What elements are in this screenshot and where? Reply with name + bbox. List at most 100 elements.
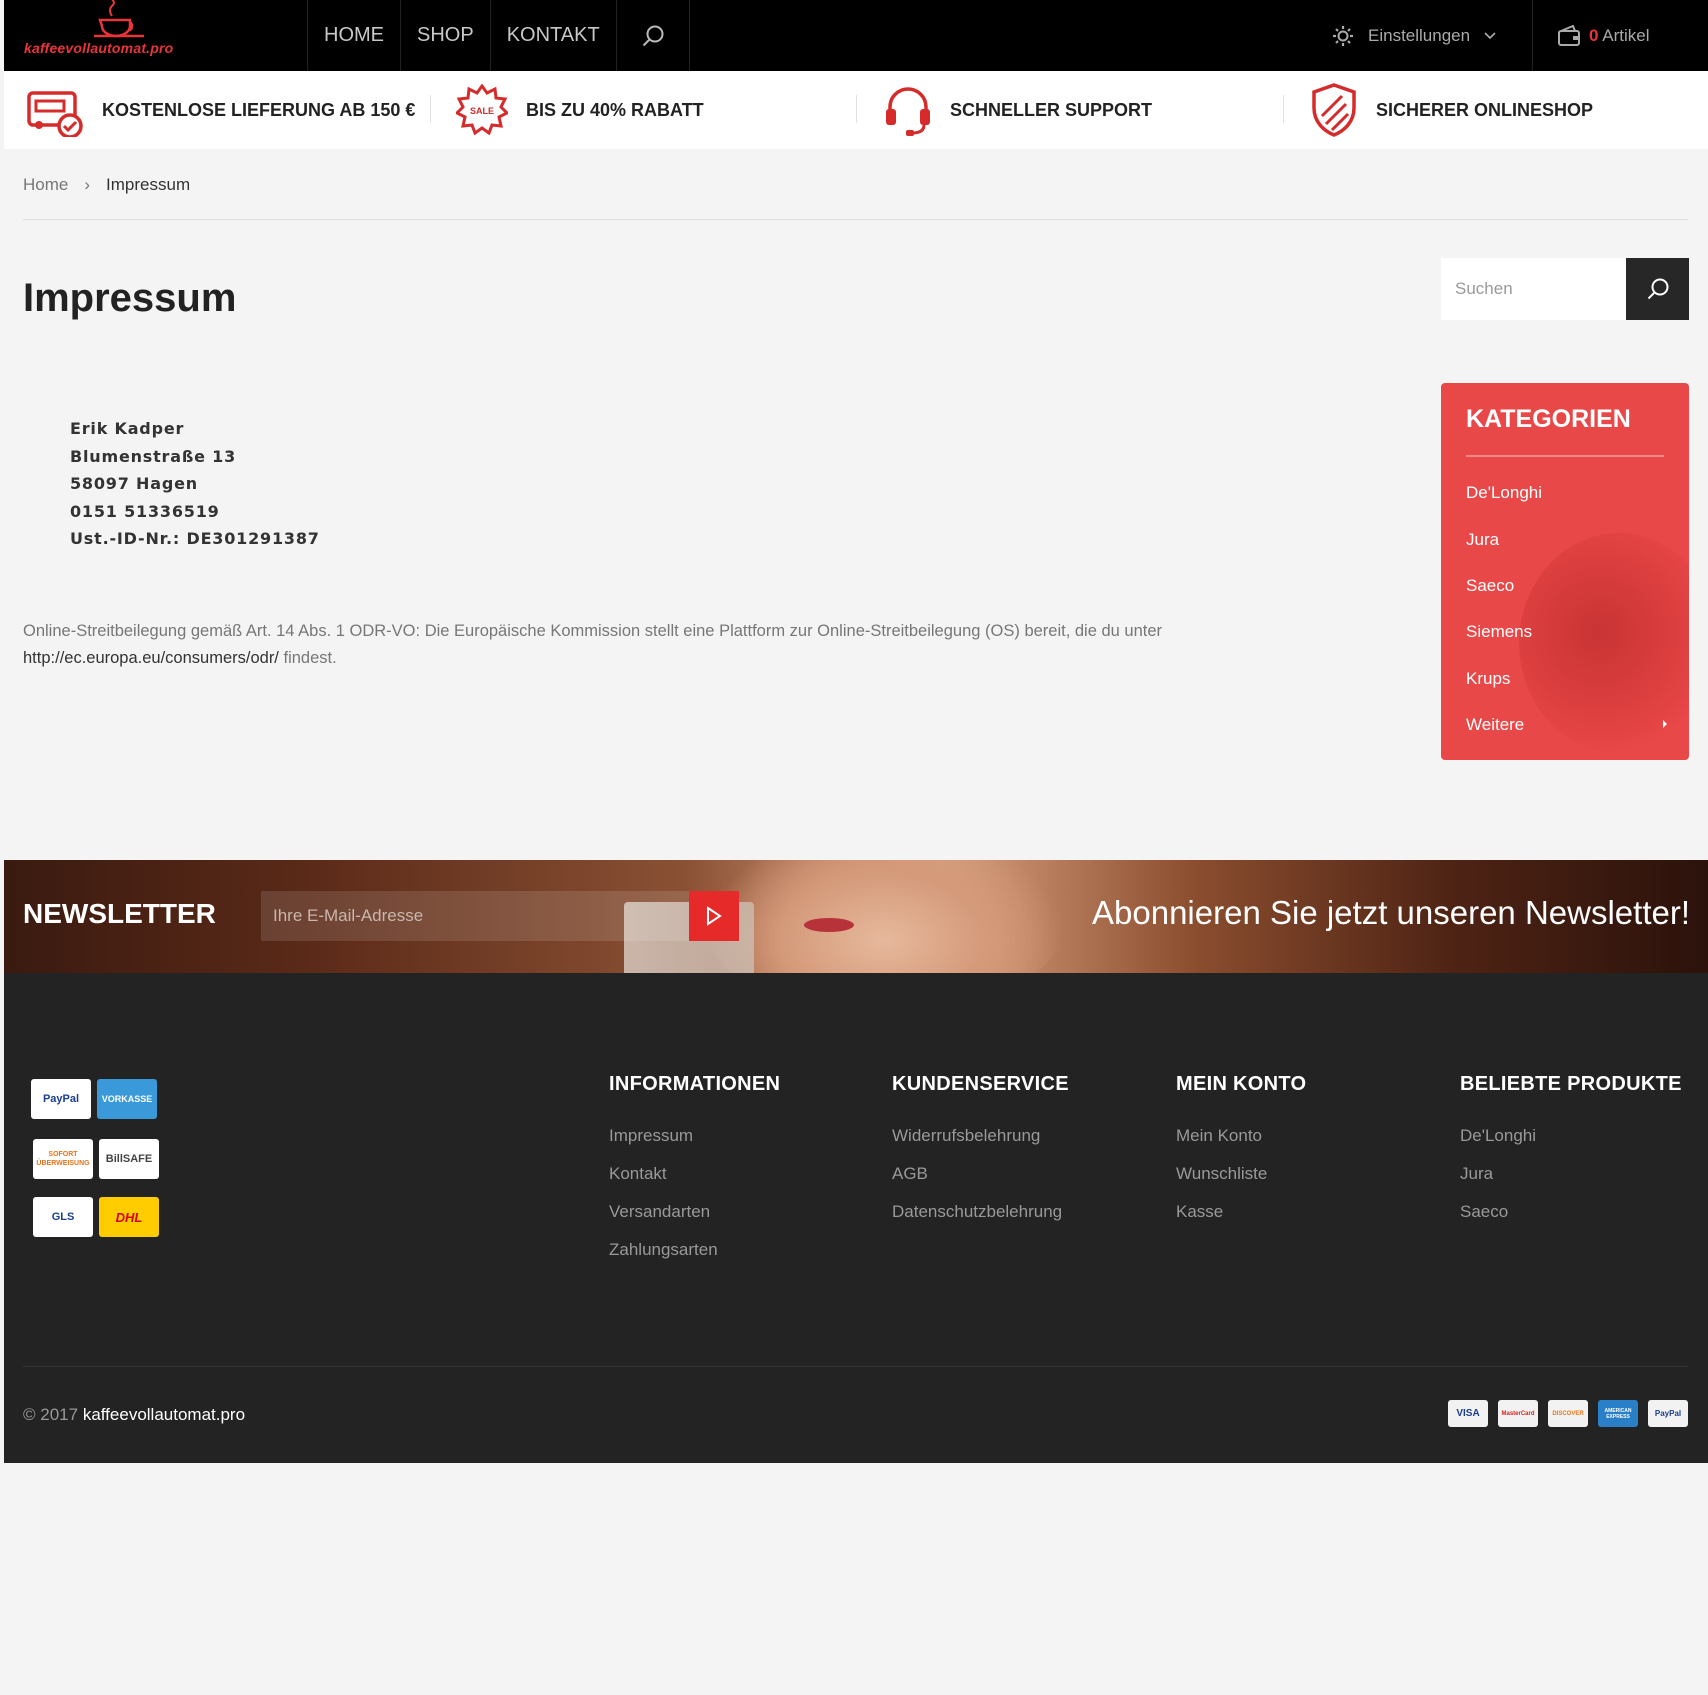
footer-link[interactable]: Jura xyxy=(1460,1164,1493,1183)
breadcrumb-separator-icon: › xyxy=(84,175,91,194)
category-item-more[interactable]: Weitere xyxy=(1466,715,1524,735)
sale-badge-icon: SALE xyxy=(456,84,508,136)
footer-link[interactable]: Wunschliste xyxy=(1176,1164,1267,1183)
footer-column-popular-products: BELIEBTE PRODUKTE De'Longhi Jura Saeco xyxy=(1460,1073,1682,1240)
copyright-brand-link[interactable]: kaffeevollautomat.pro xyxy=(83,1405,245,1424)
dhl-logo: DHL xyxy=(99,1197,159,1237)
breadcrumb-current: Impressum xyxy=(106,175,191,194)
search-icon xyxy=(642,25,664,46)
cart-button[interactable]: 0 Artikel xyxy=(1532,0,1708,71)
newsletter-email-input[interactable] xyxy=(261,891,689,941)
category-item[interactable]: Saeco xyxy=(1466,576,1514,596)
footer-column-information: INFORMATIONEN Impressum Kontakt Versanda… xyxy=(609,1073,780,1278)
categories-panel: KATEGORIEN De'Longhi Jura Saeco Siemens … xyxy=(1441,383,1689,760)
footer-column-title: KUNDENSERVICE xyxy=(892,1073,1069,1095)
categories-divider xyxy=(1466,455,1664,457)
feature-divider xyxy=(856,95,857,123)
breadcrumb: Home › Impressum xyxy=(23,175,190,195)
feature-label: SICHERER ONLINESHOP xyxy=(1376,99,1594,120)
nav-shop[interactable]: SHOP xyxy=(400,0,490,71)
page-title: Impressum xyxy=(23,276,237,320)
footer-link[interactable]: Kasse xyxy=(1176,1202,1223,1221)
footer-link[interactable]: Zahlungsarten xyxy=(609,1240,718,1259)
footer-link[interactable]: De'Longhi xyxy=(1460,1126,1536,1145)
footer-divider xyxy=(23,1366,1688,1367)
footer-link[interactable]: Versandarten xyxy=(609,1202,710,1221)
feature-label: SCHNELLER SUPPORT xyxy=(950,99,1153,120)
categories-title: KATEGORIEN xyxy=(1466,405,1631,433)
vorkasse-logo: VORKASSE xyxy=(97,1079,157,1119)
address-city: 58097 Hagen xyxy=(70,474,198,493)
shield-icon xyxy=(1312,83,1356,137)
feature-label: KOSTENLOSE LIEFERUNG AB 150 € xyxy=(102,99,416,120)
nav-home[interactable]: HOME xyxy=(307,0,400,71)
breadcrumb-divider xyxy=(23,219,1688,220)
newsletter-title: NEWSLETTER xyxy=(23,898,216,929)
address-street: Blumenstraße 13 xyxy=(70,446,237,466)
paypal-logo: PayPal xyxy=(31,1079,91,1119)
copyright-prefix: © 2017 xyxy=(23,1405,79,1424)
mastercard-icon: MasterCard xyxy=(1498,1400,1538,1427)
sidebar-search-button[interactable] xyxy=(1626,258,1689,320)
newsletter-submit-button[interactable] xyxy=(689,891,739,941)
header-search-button[interactable] xyxy=(615,0,690,71)
footer-column-my-account: MEIN KONTO Mein Konto Wunschliste Kasse xyxy=(1176,1073,1306,1240)
cart-bag-icon xyxy=(1558,24,1580,46)
footer-link[interactable]: Impressum xyxy=(609,1126,693,1145)
delivery-truck-icon xyxy=(27,91,83,137)
footer-column-title: MEIN KONTO xyxy=(1176,1073,1307,1095)
category-item[interactable]: De'Longhi xyxy=(1466,483,1542,503)
svg-text:SALE: SALE xyxy=(470,106,494,116)
discover-card-icon: DISCOVER xyxy=(1548,1400,1588,1427)
feature-label: BIS ZU 40% RABATT xyxy=(526,99,704,120)
footer-link[interactable]: Kontakt xyxy=(609,1164,667,1183)
address-phone: 0151 51336519 xyxy=(70,501,220,521)
chevron-down-icon xyxy=(1484,31,1496,39)
gls-logo: GLS xyxy=(33,1197,93,1237)
imprint-address: Erik Kadper Blumenstraße 13 58097 Hagen … xyxy=(70,415,320,553)
send-arrow-icon xyxy=(707,906,722,926)
odr-link[interactable]: http://ec.europa.eu/consumers/odr/ xyxy=(23,649,279,667)
feature-discount: SALE BIS ZU 40% RABATT xyxy=(456,71,704,149)
newsletter-background-image xyxy=(704,860,1064,973)
footer-link[interactable]: Widerrufsbelehrung xyxy=(892,1126,1040,1145)
card-logos: VISA MasterCard DISCOVER AMERICAN EXPRES… xyxy=(1448,1400,1688,1427)
address-vat-id: Ust.-ID-Nr.: DE301291387 xyxy=(70,529,320,548)
odr-text: Online-Streitbeilegung gemäß Art. 14 Abs… xyxy=(23,622,1163,640)
billsafe-logo: BillSAFE xyxy=(99,1139,159,1179)
category-item[interactable]: Jura xyxy=(1466,530,1499,550)
footer-link[interactable]: Datenschutzbelehrung xyxy=(892,1202,1062,1221)
feature-divider xyxy=(430,95,431,123)
settings-label: Einstellungen xyxy=(1368,25,1471,45)
category-item[interactable]: Siemens xyxy=(1466,622,1532,642)
footer-link[interactable]: AGB xyxy=(892,1164,928,1183)
category-item[interactable]: Krups xyxy=(1466,669,1510,689)
sidebar-search-input[interactable] xyxy=(1441,258,1626,320)
main-nav: HOME SHOP KONTAKT xyxy=(307,0,690,71)
footer-column-customer-service: KUNDENSERVICE Widerrufsbelehrung AGB Dat… xyxy=(892,1073,1069,1240)
copyright: © 2017 kaffeevollautomat.pro xyxy=(23,1405,245,1425)
footer-column-title: BELIEBTE PRODUKTE xyxy=(1460,1073,1682,1095)
odr-suffix: findest. xyxy=(283,649,337,667)
nav-kontakt[interactable]: KONTAKT xyxy=(489,0,616,71)
site-logo[interactable]: kaffeevollautomat.pro xyxy=(24,0,189,60)
footer: PayPal VORKASSE SOFORT ÜBERWEISUNG BillS… xyxy=(4,973,1708,1463)
settings-dropdown[interactable]: Einstellungen xyxy=(1332,0,1496,71)
search-icon xyxy=(1647,278,1668,300)
feature-bar: KOSTENLOSE LIEFERUNG AB 150 € SALE BIS Z… xyxy=(4,71,1708,149)
sofort-logo: SOFORT ÜBERWEISUNG xyxy=(33,1139,93,1179)
sidebar-search xyxy=(1441,258,1689,320)
footer-link[interactable]: Saeco xyxy=(1460,1202,1508,1221)
paypal-card-icon: PayPal xyxy=(1648,1400,1688,1427)
visa-card-icon: VISA xyxy=(1448,1400,1488,1427)
coffee-cup-icon xyxy=(94,0,144,38)
feature-free-delivery: KOSTENLOSE LIEFERUNG AB 150 € xyxy=(26,71,415,149)
chevron-right-icon xyxy=(1663,720,1667,728)
breadcrumb-home[interactable]: Home xyxy=(23,175,68,195)
newsletter-form xyxy=(261,891,739,941)
lips-image xyxy=(804,918,854,932)
odr-notice: Online-Streitbeilegung gemäß Art. 14 Abs… xyxy=(23,618,1323,672)
footer-link[interactable]: Mein Konto xyxy=(1176,1126,1262,1145)
cart-count: 0 xyxy=(1589,25,1599,45)
feature-secure-shop: SICHERER ONLINESHOP xyxy=(1310,71,1593,149)
